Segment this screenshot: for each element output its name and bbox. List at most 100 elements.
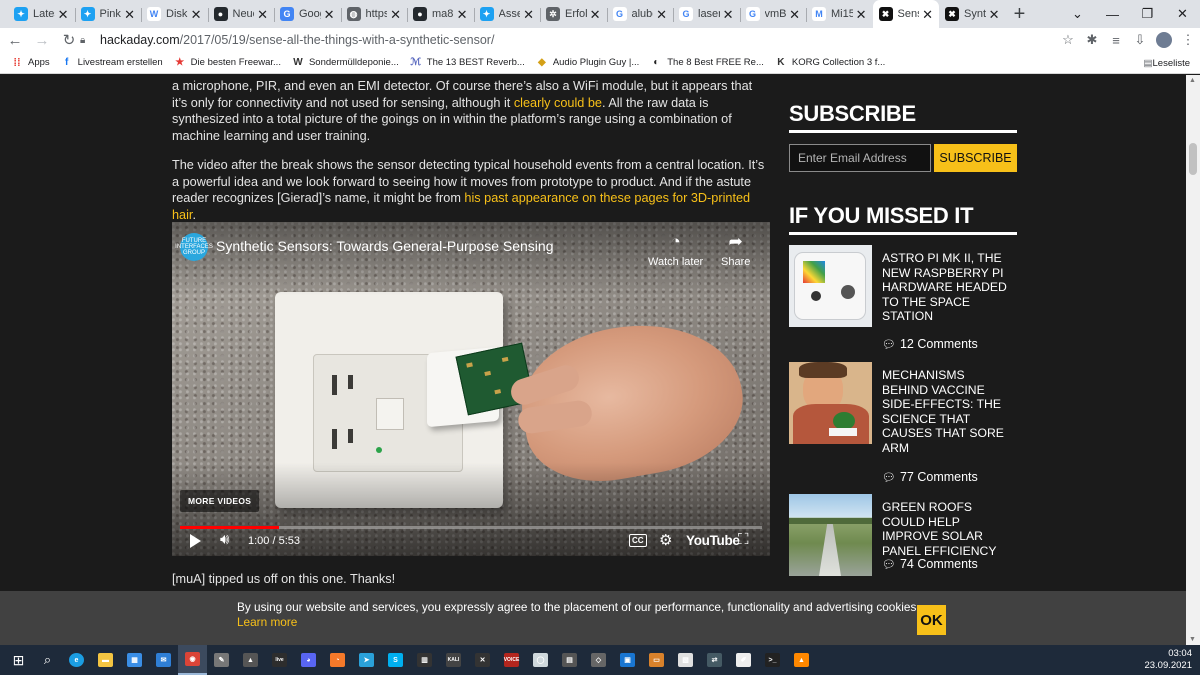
tab-13[interactable]: ✖ Sense✕: [872, 0, 939, 28]
subscribe-button[interactable]: SUBSCRIBE: [934, 144, 1017, 172]
taskbar-app[interactable]: ✐: [729, 645, 758, 675]
taskbar-app[interactable]: ▥: [410, 645, 439, 675]
reading-list[interactable]: ▤ Leseliste: [1144, 52, 1190, 74]
profile-avatar[interactable]: [1156, 32, 1172, 48]
tab-2[interactable]: W Diskussion✕: [141, 0, 208, 28]
close-tab-icon[interactable]: ✕: [656, 8, 667, 21]
taskbar-app[interactable]: ◉: [178, 645, 207, 675]
tab-0[interactable]: ✦ Latest✕: [8, 0, 75, 28]
downloads-icon[interactable]: ⇩: [1128, 32, 1152, 48]
minimize-button[interactable]: —: [1095, 7, 1130, 22]
close-tab-icon[interactable]: ✕: [58, 8, 69, 21]
bookmark-item[interactable]: f Livestream erstellen: [61, 57, 163, 69]
post-comments[interactable]: 💬︎ 12 Comments: [882, 337, 978, 351]
post-thumbnail[interactable]: [789, 245, 872, 327]
post-thumbnail[interactable]: [789, 362, 872, 444]
clearly-could-be-link[interactable]: clearly could be: [514, 96, 602, 110]
post-thumbnail[interactable]: [789, 494, 872, 576]
post-title[interactable]: ASTRO PI MK II, THE NEW RASPBERRY PI HAR…: [882, 251, 1014, 324]
taskbar-app[interactable]: ✕: [468, 645, 497, 675]
taskbar-app[interactable]: ▲: [236, 645, 265, 675]
more-videos-button[interactable]: MORE VIDEOS: [180, 490, 260, 512]
tab-9[interactable]: Galubox✕: [606, 0, 674, 28]
media-control-icon[interactable]: ≡: [1104, 33, 1128, 48]
taskbar-app[interactable]: ◔: [323, 645, 352, 675]
close-tab-icon[interactable]: ✕: [457, 8, 468, 21]
taskbar-app[interactable]: S: [381, 645, 410, 675]
close-tab-icon[interactable]: ✕: [324, 8, 335, 21]
tab-4[interactable]: G Google✕: [274, 0, 341, 28]
bookmark-item[interactable]: ℳ The 13 BEST Reverb...: [410, 57, 524, 69]
extensions-icon[interactable]: ✱: [1080, 32, 1104, 48]
post-comments[interactable]: 💬︎ 77 Comments: [882, 470, 978, 484]
taskbar-app[interactable]: ✎: [207, 645, 236, 675]
tab-14[interactable]: ✖ Synth✕: [939, 0, 1006, 28]
bookmark-star-icon[interactable]: ☆: [1056, 32, 1080, 48]
bookmark-item[interactable]: K KORG Collection 3 f...: [775, 57, 885, 69]
new-tab-button[interactable]: +: [1006, 0, 1034, 28]
share-button[interactable]: ➦ Share: [721, 232, 750, 268]
maximize-button[interactable]: ❐: [1130, 6, 1165, 22]
taskbar-app[interactable]: ▭: [642, 645, 671, 675]
bookmark-item[interactable]: ◆ Audio Plugin Guy |...: [536, 57, 639, 69]
tab-1[interactable]: ✦ Pinkly✕: [74, 0, 142, 28]
close-window-button[interactable]: ✕: [1165, 6, 1200, 22]
taskbar-app[interactable]: live: [265, 645, 294, 675]
taskbar-app[interactable]: ▲: [787, 645, 816, 675]
taskbar-app[interactable]: ✉: [149, 645, 178, 675]
fullscreen-icon[interactable]: ⛶: [738, 531, 749, 548]
forward-button[interactable]: →: [30, 32, 54, 49]
taskbar-app[interactable]: VOICE: [497, 645, 526, 675]
taskbar-app[interactable]: >_: [758, 645, 787, 675]
tab-7[interactable]: ✦ Assets✕: [473, 0, 541, 28]
back-button[interactable]: ←: [3, 32, 27, 49]
menu-icon[interactable]: ⋮: [1176, 32, 1200, 48]
close-tab-icon[interactable]: ✕: [922, 8, 933, 21]
post-comments[interactable]: 💬︎ 74 Comments: [882, 557, 978, 571]
bookmark-item[interactable]: ◐ The 8 Best FREE Re...: [650, 57, 764, 69]
scroll-up-icon[interactable]: ▲: [1189, 77, 1196, 84]
video-progress-bar[interactable]: [180, 526, 762, 529]
tab-8[interactable]: ✲ Erfolg✕: [540, 0, 607, 28]
close-tab-icon[interactable]: ✕: [523, 8, 534, 21]
youtube-logo[interactable]: YouTube: [686, 533, 740, 548]
captions-button[interactable]: CC: [629, 534, 647, 547]
taskbar-app[interactable]: ▬: [91, 645, 120, 675]
close-tab-icon[interactable]: ✕: [723, 8, 734, 21]
close-tab-icon[interactable]: ✕: [191, 8, 202, 21]
post-title[interactable]: MECHANISMS BEHIND VACCINE SIDE-EFFECTS: …: [882, 368, 1014, 456]
taskbar-app[interactable]: ◇: [584, 645, 613, 675]
taskbar-app[interactable]: ▣: [613, 645, 642, 675]
settings-gear-icon[interactable]: ⚙: [659, 531, 672, 549]
youtube-embed[interactable]: FUTURE INTERFACES GROUP Synthetic Sensor…: [172, 222, 770, 556]
taskbar-app[interactable]: ⇄: [700, 645, 729, 675]
system-clock[interactable]: 03:04 23.09.2021: [1144, 645, 1192, 675]
tab-6[interactable]: ● ma8 ✕: [407, 0, 474, 28]
edge-icon[interactable]: e: [62, 645, 91, 675]
tab-11[interactable]: GvmB ✕: [739, 0, 807, 28]
volume-icon[interactable]: 🔊︎: [220, 531, 229, 548]
address-bar[interactable]: 🔒︎ hackaday.com/2017/05/19/sense-all-the…: [80, 29, 1096, 51]
tab-5[interactable]: ◍ https ✕: [340, 0, 408, 28]
tab-3[interactable]: ● Neue✕: [207, 0, 275, 28]
taskbar-app[interactable]: ▤: [555, 645, 584, 675]
page-scrollbar[interactable]: ▲ ▼: [1186, 75, 1200, 645]
close-tab-icon[interactable]: ✕: [789, 8, 800, 21]
bookmark-item[interactable]: W Sondermülldeponie...: [292, 57, 399, 69]
close-tab-icon[interactable]: ✕: [590, 8, 601, 21]
bookmark-item[interactable]: ★ Die besten Freewar...: [174, 57, 281, 69]
close-tab-icon[interactable]: ✕: [856, 8, 867, 21]
scroll-down-icon[interactable]: ▼: [1189, 636, 1196, 643]
taskbar-app[interactable]: ▧: [671, 645, 700, 675]
close-tab-icon[interactable]: ✕: [124, 8, 135, 21]
reload-button[interactable]: ↻: [57, 31, 81, 49]
tab-10[interactable]: Glaser ✕: [673, 0, 740, 28]
tab-12[interactable]: M Mi15 ✕: [806, 0, 873, 28]
learn-more-link[interactable]: Learn more: [237, 615, 297, 629]
bookmark-apps[interactable]: ⁞⁞ Apps: [11, 57, 49, 69]
taskbar-app[interactable]: ➤: [352, 645, 381, 675]
taskbar-app[interactable]: ▦: [120, 645, 149, 675]
taskbar-app[interactable]: ◯: [526, 645, 555, 675]
channel-logo[interactable]: FUTURE INTERFACES GROUP: [175, 233, 213, 261]
taskbar-app[interactable]: KALI: [439, 645, 468, 675]
